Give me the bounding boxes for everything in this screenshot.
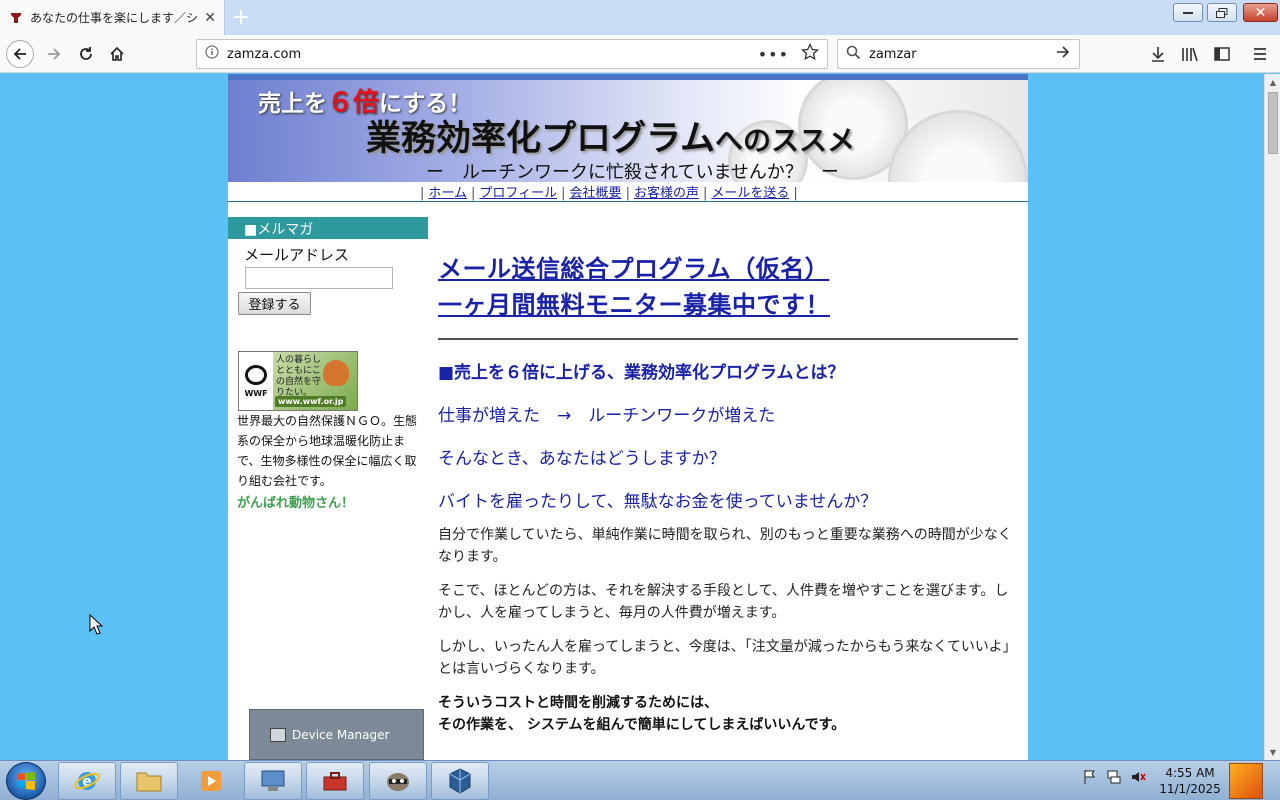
tab-title: あなたの仕事を楽にします／システム (30, 11, 199, 25)
network-icon[interactable] (1106, 769, 1122, 785)
reload-button[interactable] (72, 40, 100, 68)
wwf-banner[interactable]: WWF 人の暮らしとともにこの自然を守りたい。 www.wwf.or.jp (238, 351, 358, 411)
site-banner: 売上を６倍にする！ 業務効率化プログラムへのススメ ー ルーチンワークに忙殺され… (228, 74, 1028, 182)
taskbar-internet-explorer[interactable]: e (58, 762, 116, 800)
raccoon-icon (387, 773, 409, 791)
action-center-flag-icon[interactable] (1082, 769, 1098, 785)
control-panel-icon (261, 770, 285, 791)
start-button[interactable] (6, 762, 46, 800)
paragraph-1: 自分で作業していたら、単純作業に時間を取られ、別のもっと重要な業務への時間が少な… (438, 527, 1012, 565)
media-player-icon (201, 771, 221, 791)
url-text: zamza.com (227, 46, 302, 62)
address-bar[interactable]: zamza.com ••• (196, 39, 828, 69)
sidebar: ■メルマガ メールアドレス 登録する WWF 人の暮らしとともにこの自然を守りた… (228, 217, 428, 757)
paragraph-3: しかし、いったん人を雇ってしまうと、今度は、「注文量が減ったからもう来なくていい… (438, 639, 1017, 677)
search-go-icon[interactable] (1055, 44, 1071, 64)
wwf-copy: 人の暮らしとともにこの自然を守りたい。 (276, 355, 322, 398)
device-manager-icon (270, 727, 286, 742)
home-button[interactable] (103, 40, 131, 68)
scroll-down-icon[interactable]: ▼ (1265, 744, 1280, 760)
volume-muted-icon[interactable] (1130, 769, 1146, 785)
clock[interactable]: 4:55 AM 11/1/2025 (1158, 765, 1222, 797)
nav-link-contact[interactable]: メールを送る (711, 186, 789, 201)
nav-link-home[interactable]: ホーム (428, 186, 467, 201)
headline-link-2[interactable]: 一ヶ月間無料モニター募集中です！ (438, 288, 1018, 324)
device-manager-preview[interactable]: Device Manager (249, 709, 424, 760)
clock-gear-image (888, 110, 1028, 182)
forward-button[interactable] (40, 40, 68, 68)
register-button[interactable]: 登録する (238, 292, 311, 315)
folder-icon (136, 772, 162, 792)
newsletter-header: ■メルマガ (228, 217, 428, 239)
search-icon (846, 45, 861, 64)
menu-icon[interactable] (1249, 43, 1271, 65)
window-minimize-button[interactable] (1173, 3, 1203, 22)
section-heading: ■売上を６倍に上げる、業務効率化プログラムとは？ (438, 363, 845, 383)
taskbar-media-player[interactable] (182, 762, 240, 800)
info-icon[interactable] (205, 45, 219, 63)
taskbar-file-explorer[interactable] (120, 762, 178, 800)
library-icon[interactable] (1179, 43, 1201, 65)
search-bar[interactable]: zamzar (837, 39, 1080, 69)
virtualbox-icon (449, 768, 471, 794)
tab-close-icon[interactable]: ✕ (204, 10, 216, 26)
internet-explorer-icon: e (74, 772, 100, 790)
divider (438, 338, 1018, 340)
taskbar-virtualbox[interactable] (431, 762, 489, 800)
paragraph-2: そこで、ほとんどの方は、それを解決する手段として、人件費を増やすことを選びます。… (438, 583, 1009, 621)
device-manager-label: Device Manager (292, 727, 390, 742)
tab-bar: あなたの仕事を楽にします／システム ✕ + ✕ (0, 0, 1280, 35)
wwf-panda-logo: WWF (239, 352, 273, 410)
page-viewport: 売上を６倍にする！ 業務効率化プログラムへのススメ ー ルーチンワークに忙殺され… (0, 74, 1264, 760)
page-actions-icon[interactable]: ••• (758, 45, 789, 64)
scrollbar-thumb[interactable] (1268, 92, 1278, 154)
blue-line-2: そんなとき、あなたはどうしますか？ (438, 449, 726, 469)
headline-link-1[interactable]: メール送信総合プログラム（仮名） (438, 252, 1018, 288)
banner-title: 業務効率化プログラムへのススメ (366, 119, 855, 158)
wwf-description: 世界最大の自然保護ＮＧＯ。生態系の保全から地球温暖化防止まで、生物多様性の保全に… (237, 414, 418, 488)
cheer-text: がんばれ動物さん！ (237, 496, 355, 511)
window-restore-button[interactable] (1207, 3, 1237, 22)
nav-link-profile[interactable]: プロフィール (479, 186, 557, 201)
scroll-up-icon[interactable]: ▲ (1265, 74, 1280, 90)
taskbar-raccoon-app[interactable] (369, 762, 427, 800)
back-button[interactable] (6, 40, 34, 68)
site-favicon-icon (8, 10, 24, 26)
vertical-scrollbar[interactable]: ▲ ▼ (1264, 74, 1280, 760)
main-content: メール送信総合プログラム（仮名） 一ヶ月間無料モニター募集中です！ ■売上を６倍… (438, 252, 1018, 736)
mouse-cursor-icon (89, 614, 103, 635)
search-query: zamzar (869, 46, 917, 62)
wwf-url: www.wwf.or.jp (275, 396, 347, 407)
window-close-button[interactable]: ✕ (1243, 3, 1278, 22)
taskbar: e 4:55 AM 11/1/2025 (0, 760, 1280, 800)
nav-link-company[interactable]: 会社概要 (570, 186, 622, 201)
taskbar-toolbox[interactable] (306, 762, 364, 800)
navigation-toolbar: zamza.com ••• zamzar (0, 35, 1280, 73)
bookmark-star-icon[interactable] (800, 42, 820, 65)
new-tab-button[interactable]: + (228, 4, 254, 30)
clock-date: 11/1/2025 (1159, 782, 1221, 796)
toolbox-icon (323, 772, 347, 791)
bold-paragraph: そういうコストと時間を削減するためには、 その作業を、 システムを組んで簡単にして… (438, 695, 846, 733)
banner-tagline: ー ルーチンワークに忙殺されていませんか？ ー (426, 162, 839, 182)
web-page: 売上を６倍にする！ 業務効率化プログラムへのススメ ー ルーチンワークに忙殺され… (228, 74, 1028, 760)
system-tray (1082, 769, 1146, 785)
blue-line-3: バイトを雇ったりして、無駄なお金を使っていませんか？ (438, 492, 878, 512)
downloads-icon[interactable] (1147, 43, 1169, 65)
clock-time: 4:55 AM (1165, 766, 1215, 780)
show-desktop-button[interactable] (1229, 763, 1263, 799)
email-label: メールアドレス (244, 246, 350, 264)
browser-tab[interactable]: あなたの仕事を楽にします／システム ✕ (0, 0, 225, 35)
fox-image (323, 360, 349, 386)
windows-logo-icon (17, 772, 35, 790)
email-field[interactable] (245, 267, 393, 289)
blue-line-1: 仕事が増えた → ルーチンワークが増えた (438, 406, 776, 426)
taskbar-control-panel[interactable] (244, 762, 302, 800)
sidebar-toggle-icon[interactable] (1211, 43, 1233, 65)
site-navigation: | ホーム | プロフィール | 会社概要 | お客様の声 | メールを送る | (228, 180, 1028, 202)
nav-link-testimonials[interactable]: お客様の声 (634, 186, 699, 201)
